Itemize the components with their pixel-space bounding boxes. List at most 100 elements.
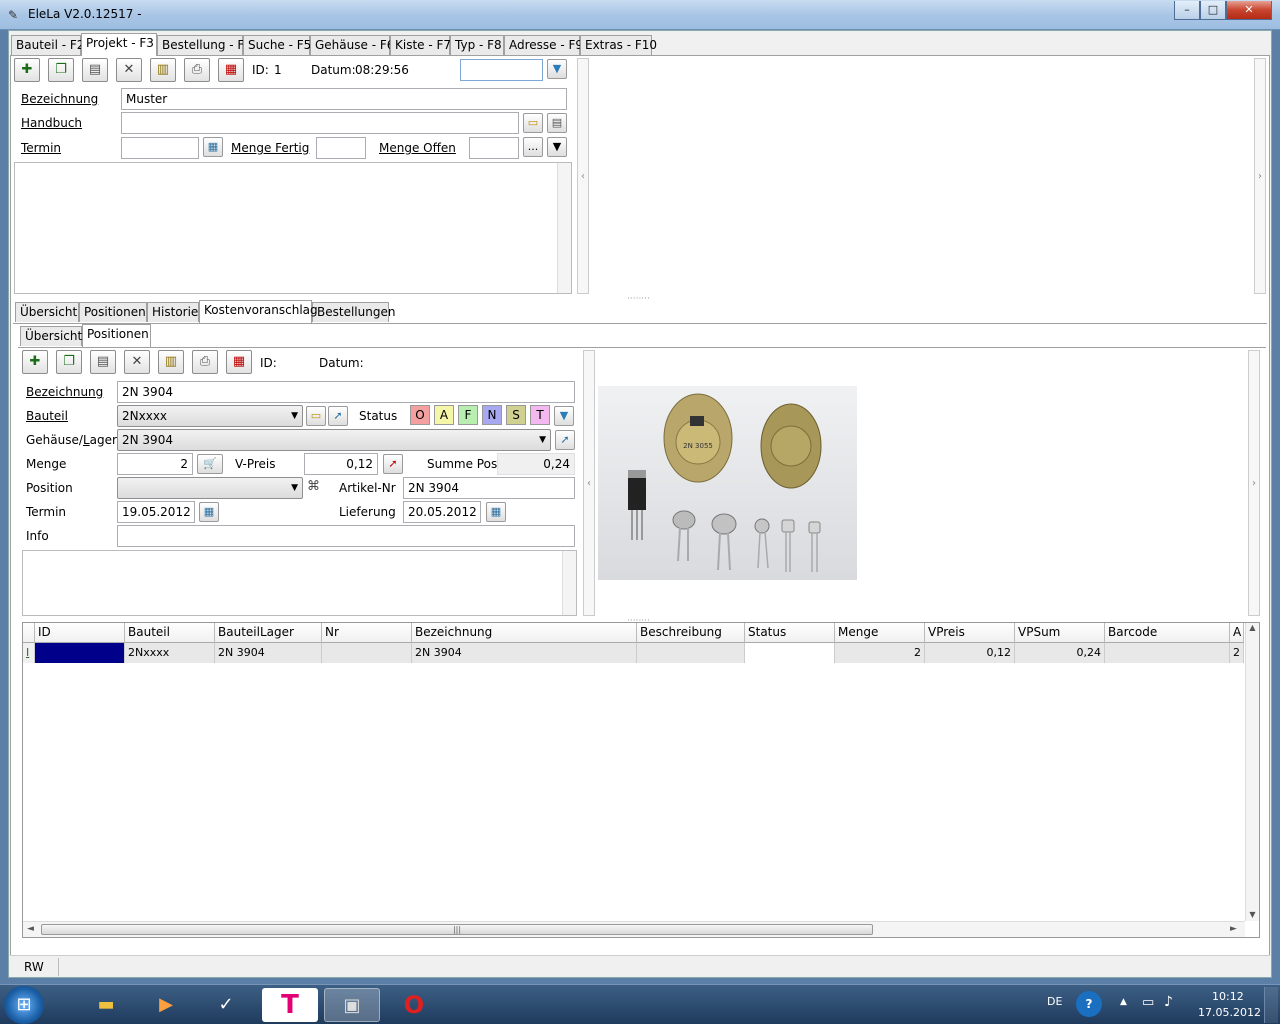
tab-suche[interactable]: Suche - F5 bbox=[243, 35, 311, 55]
cell-vpreis[interactable]: 0,12 bbox=[925, 643, 1015, 663]
position-memo-scrollbar[interactable] bbox=[562, 551, 576, 615]
project-filter-input[interactable] bbox=[460, 59, 543, 81]
print-button[interactable]: ⎙ bbox=[184, 58, 210, 82]
project-memo[interactable] bbox=[14, 162, 572, 294]
open-folder-icon[interactable]: ▭ bbox=[523, 113, 543, 133]
save-project-button[interactable]: ▤ bbox=[82, 58, 108, 82]
col-header-status[interactable]: Status bbox=[745, 623, 835, 643]
tab-projekt[interactable]: Projekt - F3 bbox=[81, 33, 157, 56]
status-o-button[interactable]: O bbox=[410, 405, 430, 425]
subtab-kostenvoranschlag[interactable]: Kostenvoranschlag bbox=[199, 300, 318, 323]
col-header-bauteillager[interactable]: BauteilLager bbox=[215, 623, 322, 643]
innertab-positionen[interactable]: Positionen bbox=[82, 324, 151, 347]
status-t-button[interactable]: T bbox=[530, 405, 550, 425]
col-header-vpreis[interactable]: VPreis bbox=[925, 623, 1015, 643]
minimize-button[interactable]: – bbox=[1174, 1, 1200, 20]
grid-vertical-scrollbar[interactable]: ▲ ▼ bbox=[1245, 623, 1259, 921]
termin-input[interactable] bbox=[121, 137, 199, 159]
tab-bauteil[interactable]: Bauteil - F2 bbox=[11, 35, 84, 55]
goto-bauteil-icon[interactable]: ➚ bbox=[328, 406, 348, 426]
handbuch-input[interactable] bbox=[121, 112, 519, 134]
clipboard-icon[interactable]: ▥ bbox=[150, 58, 176, 82]
cell-id[interactable] bbox=[35, 643, 125, 663]
delete-position-button[interactable]: ✕ bbox=[124, 350, 150, 374]
subtab-historie[interactable]: Historie bbox=[147, 302, 199, 322]
cell-bezeichnung[interactable]: 2N 3904 bbox=[412, 643, 637, 663]
table-row[interactable]: I 2Nxxxx 2N 3904 2N 3904 2 0,12 0,24 2 bbox=[23, 643, 1244, 663]
col-header-a[interactable]: A bbox=[1230, 623, 1244, 643]
pos-termin-input[interactable]: 19.05.2012 bbox=[117, 501, 195, 523]
tab-kiste[interactable]: Kiste - F7 bbox=[390, 35, 451, 55]
info-input[interactable] bbox=[117, 525, 575, 547]
telekom-taskbar-icon[interactable]: T bbox=[262, 988, 318, 1022]
status-f-button[interactable]: F bbox=[458, 405, 478, 425]
show-desktop-button[interactable] bbox=[1264, 987, 1278, 1023]
language-indicator[interactable]: DE bbox=[1047, 995, 1062, 1008]
network-icon[interactable]: ▭ bbox=[1142, 995, 1154, 1010]
filter-icon[interactable]: ▼ bbox=[547, 59, 567, 79]
cell-status[interactable] bbox=[745, 643, 835, 663]
cell-nr[interactable] bbox=[322, 643, 412, 663]
help-icon[interactable]: ? bbox=[1076, 991, 1102, 1017]
elela-taskbar-icon[interactable]: ▣ bbox=[324, 988, 380, 1022]
position-export-button[interactable]: ▦ bbox=[226, 350, 252, 374]
pos-bezeichnung-input[interactable]: 2N 3904 bbox=[117, 381, 575, 403]
image-collapse-right[interactable]: › bbox=[1248, 350, 1260, 616]
status-s-button[interactable]: S bbox=[506, 405, 526, 425]
position-memo[interactable] bbox=[22, 550, 577, 616]
opera-taskbar-icon[interactable]: O bbox=[386, 988, 442, 1022]
position-clipboard-icon[interactable]: ▥ bbox=[158, 350, 184, 374]
cell-menge[interactable]: 2 bbox=[835, 643, 925, 663]
status-a-button[interactable]: A bbox=[434, 405, 454, 425]
col-header-barcode[interactable]: Barcode bbox=[1105, 623, 1230, 643]
row-indicator[interactable]: I bbox=[23, 643, 35, 663]
tab-bestellung[interactable]: Bestellung - F4 bbox=[157, 35, 252, 55]
pos-termin-calendar-icon[interactable]: ▦ bbox=[199, 502, 219, 522]
open-bauteil-icon[interactable]: ▭ bbox=[306, 406, 326, 426]
copy-project-button[interactable]: ❐ bbox=[48, 58, 74, 82]
new-project-button[interactable]: ✚ bbox=[14, 58, 40, 82]
price-lookup-icon[interactable]: ➚ bbox=[383, 454, 403, 474]
dropdown-arrow-button[interactable]: ▼ bbox=[547, 137, 567, 157]
cell-bauteil[interactable]: 2Nxxxx bbox=[125, 643, 215, 663]
col-header-vpsum[interactable]: VPSum bbox=[1015, 623, 1105, 643]
cell-vpsum[interactable]: 0,24 bbox=[1015, 643, 1105, 663]
cell-bauteillager[interactable]: 2N 3904 bbox=[215, 643, 322, 663]
collapse-right-handle[interactable]: › bbox=[1254, 58, 1266, 294]
cell-barcode[interactable] bbox=[1105, 643, 1230, 663]
scroll-thumb[interactable]: ||| bbox=[41, 924, 873, 935]
clock-date[interactable]: 17.05.2012 bbox=[1198, 1006, 1261, 1019]
status-filter-icon[interactable]: ▼ bbox=[554, 406, 574, 426]
chart-taskbar-icon[interactable]: ✓ bbox=[198, 988, 254, 1022]
menge-input[interactable]: 2 bbox=[117, 453, 193, 475]
memo-scrollbar[interactable] bbox=[557, 163, 571, 293]
close-button[interactable]: ✕ bbox=[1226, 1, 1272, 20]
col-header-id[interactable]: ID bbox=[35, 623, 125, 643]
cell-beschreibung[interactable] bbox=[637, 643, 745, 663]
new-position-button[interactable]: ✚ bbox=[22, 350, 48, 374]
export-button[interactable]: ▦ bbox=[218, 58, 244, 82]
status-n-button[interactable]: N bbox=[482, 405, 502, 425]
cart-icon[interactable]: 🛒 bbox=[197, 454, 223, 474]
window-titlebar[interactable]: ✎ EleLa V2.0.12517 - – □ ✕ bbox=[0, 0, 1280, 30]
start-button[interactable]: ⊞ bbox=[4, 986, 44, 1024]
splitter-grip[interactable]: ········ bbox=[627, 294, 650, 304]
innertab-uebersicht[interactable]: Übersicht bbox=[20, 326, 82, 346]
col-header-bauteil[interactable]: Bauteil bbox=[125, 623, 215, 643]
lieferung-calendar-icon[interactable]: ▦ bbox=[486, 502, 506, 522]
calendar-icon[interactable]: ▦ bbox=[203, 137, 223, 157]
bezeichnung-input[interactable]: Muster bbox=[121, 88, 567, 110]
bauteil-combo[interactable]: 2Nxxxx ▼ bbox=[117, 405, 303, 427]
show-hidden-icons[interactable]: ▲ bbox=[1120, 997, 1127, 1007]
col-header-beschreibung[interactable]: Beschreibung bbox=[637, 623, 745, 643]
image-collapse-left[interactable]: ‹ bbox=[583, 350, 595, 616]
goto-gehaeuse-icon[interactable]: ➚ bbox=[555, 430, 575, 450]
copy-position-button[interactable]: ❐ bbox=[56, 350, 82, 374]
artikel-input[interactable]: 2N 3904 bbox=[403, 477, 575, 499]
volume-icon[interactable]: ♪ bbox=[1164, 994, 1173, 1010]
vpreis-input[interactable]: 0,12 bbox=[304, 453, 378, 475]
document-icon[interactable]: ▤ bbox=[547, 113, 567, 133]
subtab-positionen[interactable]: Positionen bbox=[79, 302, 147, 322]
grid-horizontal-scrollbar[interactable]: ◄ ||| ► bbox=[23, 921, 1245, 937]
menge-offen-input[interactable] bbox=[469, 137, 519, 159]
